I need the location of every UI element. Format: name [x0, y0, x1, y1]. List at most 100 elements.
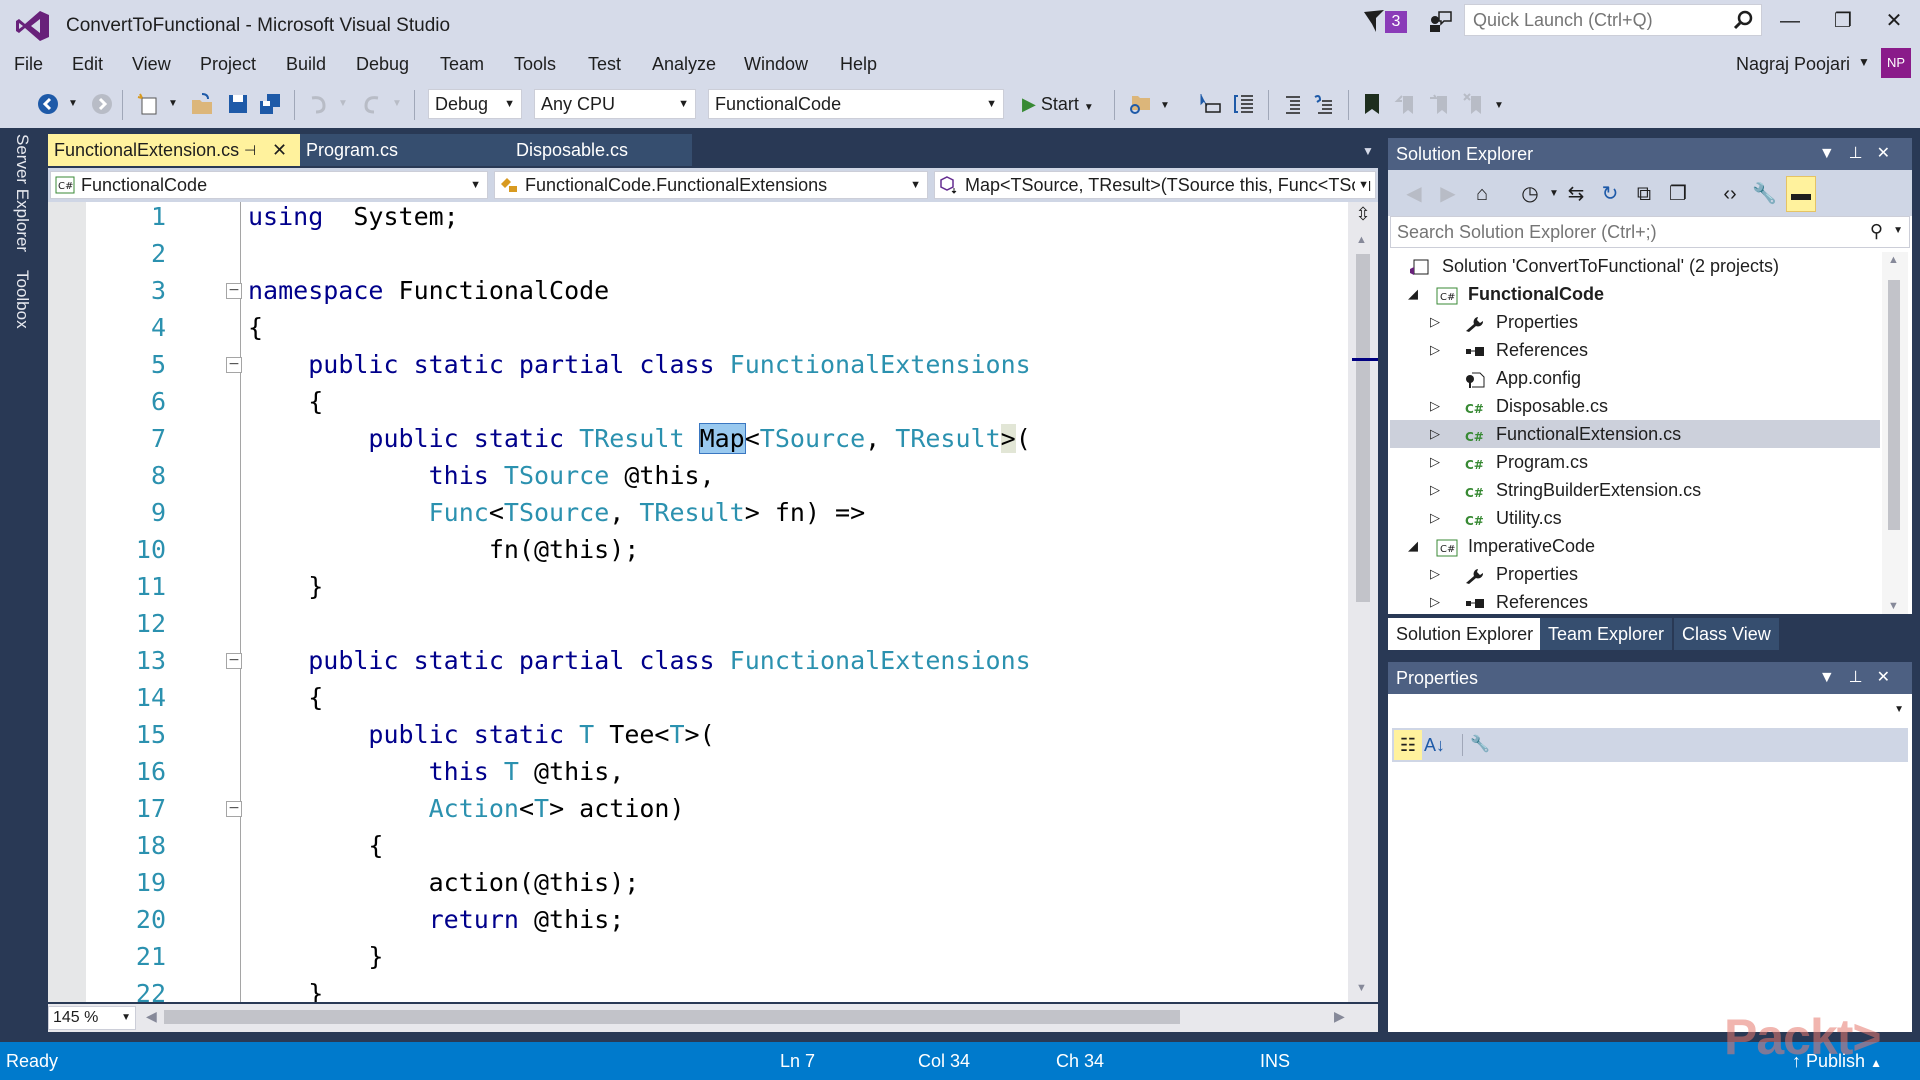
tree-item[interactable]: ▷ References: [1390, 336, 1880, 364]
search-icon[interactable]: [1733, 10, 1753, 30]
undo-icon[interactable]: [306, 92, 330, 116]
close-button[interactable]: ✕: [1876, 8, 1912, 34]
code-line[interactable]: 12: [86, 605, 1348, 642]
new-project-icon[interactable]: [136, 92, 160, 116]
minimize-button[interactable]: —: [1772, 8, 1808, 34]
scroll-right-arrow-icon[interactable]: ▶: [1334, 1008, 1345, 1025]
feedback-icon[interactable]: [1428, 10, 1452, 34]
pin-icon[interactable]: ⊥: [1849, 669, 1877, 686]
expand-arrow-icon[interactable]: ▷: [1430, 392, 1440, 420]
save-all-icon[interactable]: [258, 92, 282, 116]
server-explorer-tab[interactable]: Server Explorer: [12, 134, 32, 252]
collapse-arrow-icon[interactable]: ◢: [1408, 280, 1418, 308]
code-line[interactable]: 5 − public static partial class Functiona…: [86, 346, 1348, 383]
home-icon[interactable]: ⌂: [1470, 182, 1494, 206]
code-line[interactable]: 8 this TSource @this,: [86, 457, 1348, 494]
pin-icon[interactable]: ⊣: [244, 134, 256, 166]
solution-search-input[interactable]: [1391, 217, 1851, 247]
toolbox-tab[interactable]: Toolbox: [12, 270, 32, 329]
menu-project[interactable]: Project: [200, 54, 256, 75]
tree-item[interactable]: ◢ C# FunctionalCode: [1390, 280, 1880, 308]
code-line[interactable]: 7 public static TResult Map<TSource, TRe…: [86, 420, 1348, 457]
menu-tools[interactable]: Tools: [514, 54, 556, 75]
toolbar-overflow-icon[interactable]: ▼: [1160, 100, 1184, 124]
collapse-region-icon[interactable]: −: [226, 801, 242, 817]
next-bookmark-icon[interactable]: [1428, 92, 1452, 116]
expand-arrow-icon[interactable]: ▷: [1430, 336, 1440, 364]
scroll-down-arrow-icon[interactable]: ▼: [1356, 982, 1367, 994]
code-line[interactable]: 11 }: [86, 568, 1348, 605]
expand-arrow-icon[interactable]: ▷: [1430, 448, 1440, 476]
tree-item[interactable]: ▷ C# StringBuilderExtension.cs: [1390, 476, 1880, 504]
refresh-icon[interactable]: ↻: [1598, 182, 1622, 206]
alphabetical-sort-icon[interactable]: A↓: [1424, 730, 1445, 760]
notification-badge[interactable]: 3: [1385, 11, 1407, 33]
scroll-down-arrow-icon[interactable]: ▼: [1888, 600, 1899, 612]
collapse-region-icon[interactable]: −: [226, 283, 242, 299]
indicator-margin[interactable]: [48, 202, 86, 1002]
preview-selected-items-icon[interactable]: ▬: [1786, 176, 1816, 212]
code-line[interactable]: 19 action(@this);: [86, 864, 1348, 901]
code-line[interactable]: 18 {: [86, 827, 1348, 864]
code-line[interactable]: 2: [86, 235, 1348, 272]
open-file-icon[interactable]: [190, 92, 214, 116]
menu-file[interactable]: File: [14, 54, 43, 75]
redo-dropdown-icon[interactable]: ▼: [392, 92, 416, 116]
code-line[interactable]: 9 Func<TSource, TResult> fn) =>: [86, 494, 1348, 531]
tree-item[interactable]: ▷ Properties: [1390, 308, 1880, 336]
tree-item[interactable]: ◢ C# ImperativeCode: [1390, 532, 1880, 560]
startup-project-dropdown[interactable]: FunctionalCode ▼: [708, 89, 1004, 119]
horizontal-scroll-thumb[interactable]: [164, 1010, 1180, 1024]
collapse-all-icon[interactable]: ⧉: [1632, 182, 1656, 206]
code-line[interactable]: 22 }: [86, 975, 1348, 1002]
expand-arrow-icon[interactable]: ▷: [1430, 308, 1440, 336]
save-icon[interactable]: [226, 92, 250, 116]
member-dropdown[interactable]: Map<TSource, TResult>(TSource this, Func…: [934, 171, 1376, 199]
panel-menu-icon[interactable]: ▼: [1819, 669, 1849, 686]
previous-bookmark-icon[interactable]: [1394, 92, 1418, 116]
panel-menu-icon[interactable]: ▼: [1819, 145, 1849, 162]
code-line[interactable]: 14 {: [86, 679, 1348, 716]
start-debugging-button[interactable]: ▶ Start ▼: [1022, 89, 1094, 119]
sync-with-document-icon[interactable]: ⇆: [1564, 182, 1588, 206]
comment-block-icon[interactable]: [1232, 92, 1256, 116]
pending-changes-filter-icon[interactable]: ◷: [1518, 182, 1542, 206]
expand-arrow-icon[interactable]: ▷: [1430, 504, 1440, 532]
code-line[interactable]: 4{: [86, 309, 1348, 346]
close-icon[interactable]: ✕: [1877, 145, 1904, 162]
property-pages-wrench-icon[interactable]: 🔧: [1470, 730, 1490, 760]
user-name[interactable]: Nagraj Poojari: [1736, 54, 1850, 75]
tree-item[interactable]: ▷ C# Program.cs: [1390, 448, 1880, 476]
search-icon[interactable]: ⚲: [1870, 221, 1883, 242]
tab-class-view[interactable]: Class View: [1674, 618, 1779, 650]
forward-icon[interactable]: ▶: [1436, 182, 1460, 206]
restore-button[interactable]: ❐: [1825, 8, 1861, 34]
code-line[interactable]: 15 public static T Tee<T>(: [86, 716, 1348, 753]
tree-item[interactable]: ▷ C# Disposable.cs: [1390, 392, 1880, 420]
back-dropdown-icon[interactable]: ▼: [68, 92, 92, 116]
properties-object-dropdown[interactable]: ▼: [1388, 694, 1912, 728]
tree-item[interactable]: ▷ References: [1390, 588, 1880, 614]
menu-help[interactable]: Help: [840, 54, 877, 75]
code-line[interactable]: 3 − namespace FunctionalCode: [86, 272, 1348, 309]
properties-wrench-icon[interactable]: 🔧: [1752, 182, 1777, 206]
expand-arrow-icon[interactable]: ▷: [1430, 588, 1440, 614]
expand-arrow-icon[interactable]: ▷: [1430, 476, 1440, 504]
redo-icon[interactable]: [360, 92, 384, 116]
scroll-up-arrow-icon[interactable]: ▲: [1356, 234, 1367, 246]
code-line[interactable]: 16 this T @this,: [86, 753, 1348, 790]
code-line[interactable]: 13 − public static partial class Function…: [86, 642, 1348, 679]
toolbar-overflow-icon[interactable]: ▼: [1494, 100, 1518, 124]
scroll-up-arrow-icon[interactable]: ▲: [1888, 254, 1899, 266]
menu-debug[interactable]: Debug: [356, 54, 409, 75]
select-element-icon[interactable]: [1198, 92, 1222, 116]
expand-arrow-icon[interactable]: ▷: [1430, 560, 1440, 588]
back-icon[interactable]: ◀: [1402, 182, 1426, 206]
avatar[interactable]: NP: [1881, 48, 1911, 78]
menu-test[interactable]: Test: [588, 54, 621, 75]
project-dropdown[interactable]: C# FunctionalCode ▼: [50, 171, 488, 199]
zoom-level-dropdown[interactable]: 145 % ▼: [48, 1006, 136, 1030]
find-in-files-icon[interactable]: [1128, 92, 1152, 116]
notification-flag-icon[interactable]: [1364, 10, 1384, 32]
tab-functionalextension[interactable]: FunctionalExtension.cs ⊣ ✕: [48, 134, 300, 166]
